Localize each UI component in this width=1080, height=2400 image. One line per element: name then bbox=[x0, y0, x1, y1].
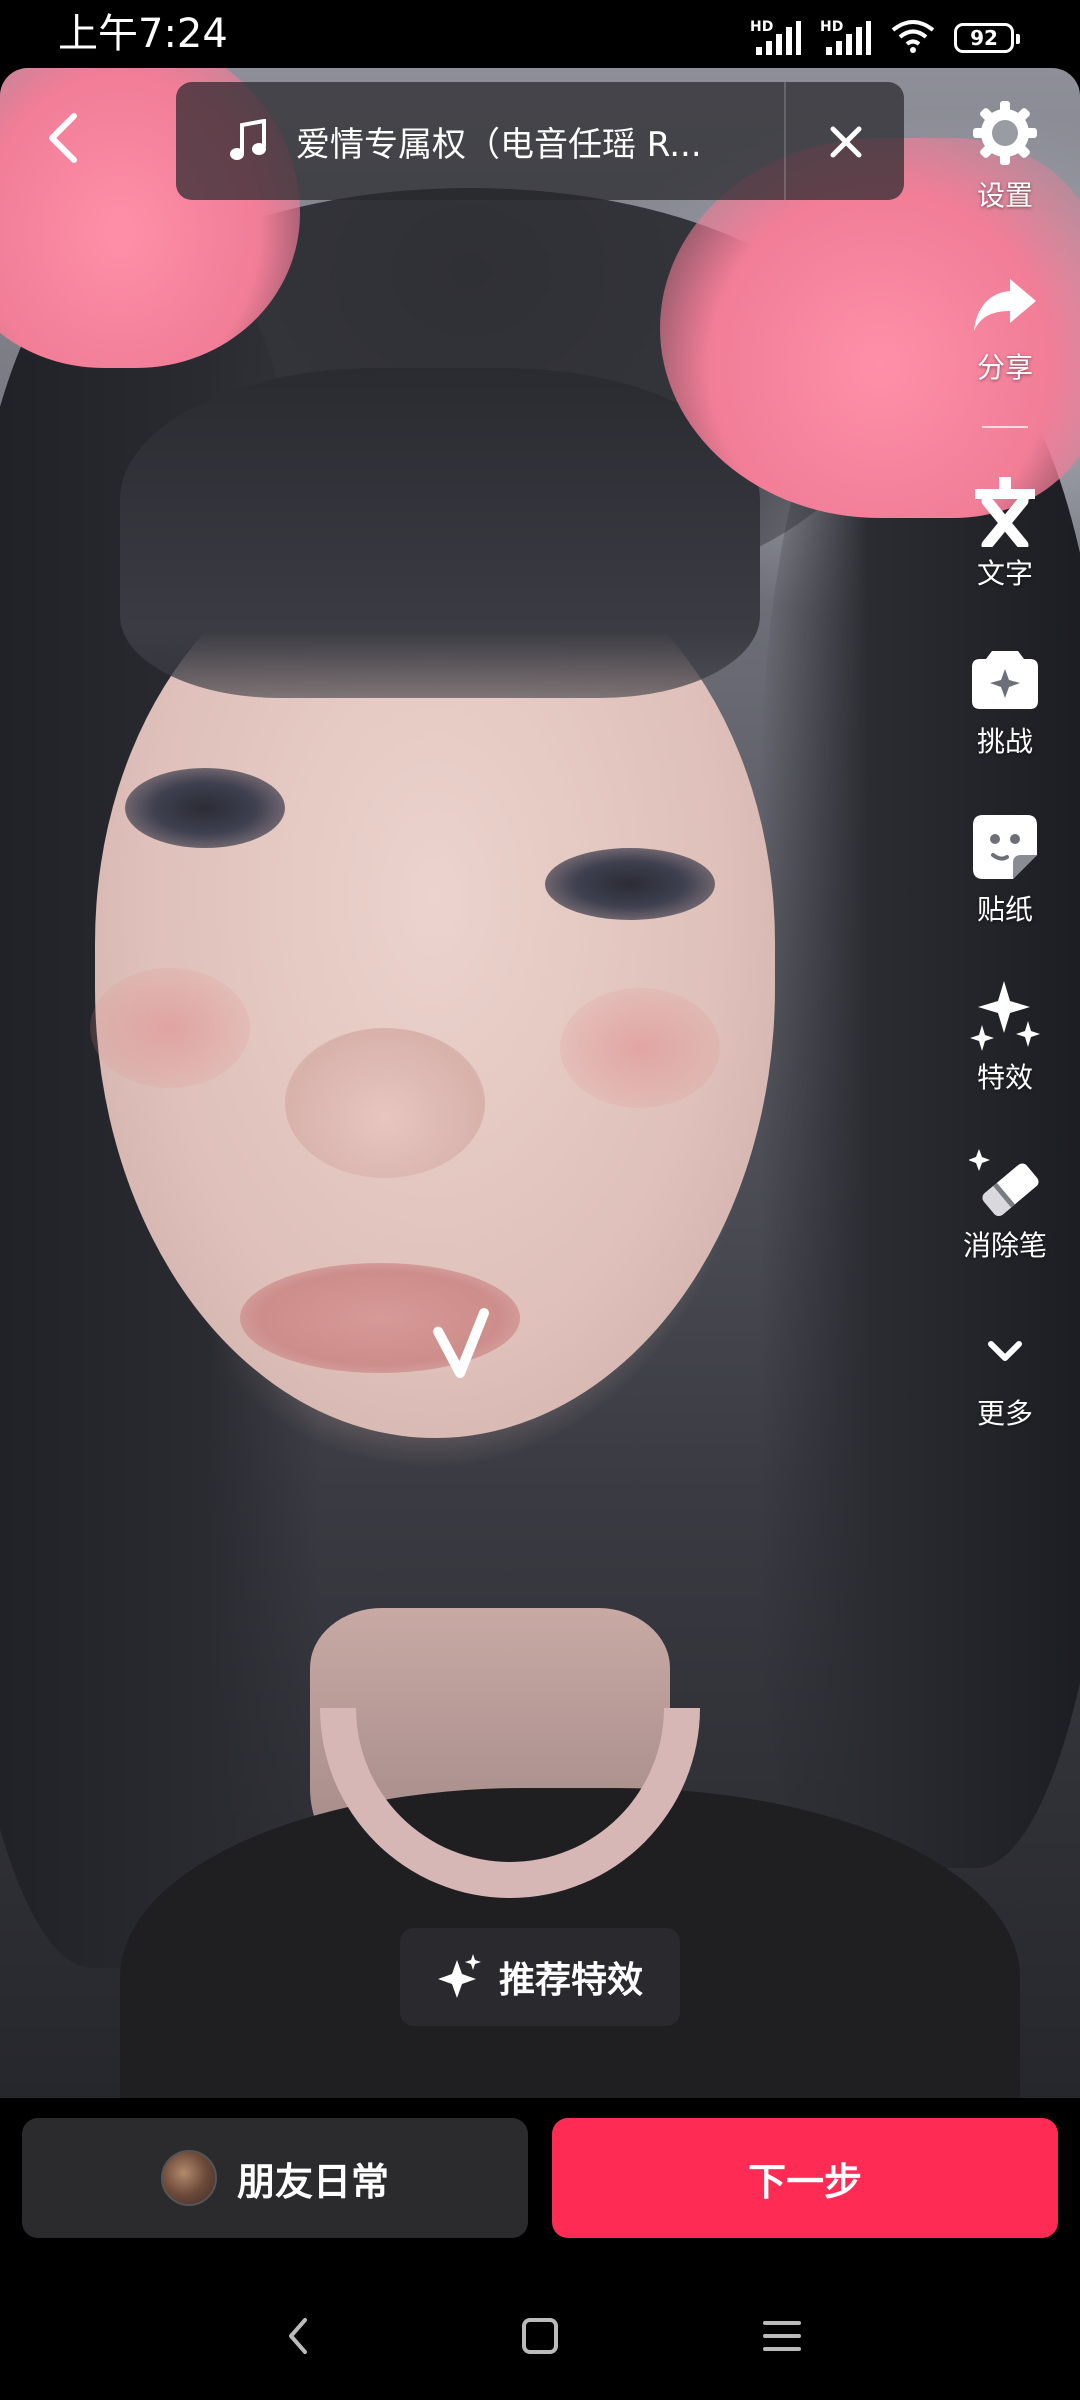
nav-menu-button[interactable] bbox=[750, 2304, 814, 2368]
music-divider bbox=[784, 82, 786, 200]
recommended-effects-label: 推荐特效 bbox=[498, 1960, 643, 2001]
challenge-icon bbox=[968, 642, 1042, 716]
wifi-icon bbox=[890, 18, 936, 58]
nav-menu-icon bbox=[763, 2321, 801, 2351]
signal-hd-label: HD bbox=[750, 19, 774, 35]
photo-cheek-left bbox=[90, 968, 250, 1088]
tool-more[interactable]: 更多 bbox=[930, 1314, 1080, 1432]
tool-text[interactable]: 文字 bbox=[930, 474, 1080, 592]
signal-icon: HD bbox=[750, 19, 802, 57]
next-step-label: 下一步 bbox=[747, 2159, 862, 2204]
system-nav-bar bbox=[0, 2270, 1080, 2400]
tool-share-label: 分享 bbox=[976, 351, 1033, 384]
nav-back-button[interactable] bbox=[266, 2304, 330, 2368]
toolbar-divider bbox=[982, 426, 1028, 428]
recommended-effects-button[interactable]: 推荐特效 bbox=[400, 1928, 680, 2026]
tool-eraser[interactable]: 消除笔 bbox=[930, 1146, 1080, 1264]
status-time: 上午7:24 bbox=[58, 11, 228, 57]
tool-challenge[interactable]: 挑战 bbox=[930, 642, 1080, 760]
photo-nose bbox=[285, 1028, 485, 1178]
battery-indicator: 92 bbox=[954, 23, 1020, 53]
status-bar: 上午7:24 HD HD 92 bbox=[0, 0, 1080, 68]
share-arrow-icon bbox=[968, 268, 1042, 342]
next-step-button[interactable]: 下一步 bbox=[552, 2118, 1058, 2238]
photo-hair-right bbox=[760, 368, 1080, 1868]
status-icons: HD HD 92 bbox=[750, 18, 1020, 58]
tool-settings-label: 设置 bbox=[976, 179, 1033, 212]
nav-back-icon bbox=[289, 2318, 307, 2354]
tool-share[interactable]: 分享 bbox=[930, 268, 1080, 386]
gear-icon bbox=[968, 96, 1042, 170]
text-icon bbox=[968, 474, 1042, 548]
tool-settings[interactable]: 设置 bbox=[930, 96, 1080, 214]
nav-home-button[interactable] bbox=[508, 2304, 572, 2368]
avatar bbox=[160, 2150, 217, 2206]
photo-cheek-right bbox=[560, 988, 720, 1108]
tool-challenge-label: 挑战 bbox=[976, 725, 1033, 758]
remove-music-button[interactable] bbox=[816, 112, 876, 172]
photo-bangs bbox=[120, 368, 760, 698]
nav-home-icon bbox=[522, 2318, 558, 2354]
back-chevron-icon bbox=[49, 113, 77, 163]
tool-sticker-label: 贴纸 bbox=[976, 893, 1033, 926]
tool-eraser-label: 消除笔 bbox=[962, 1229, 1047, 1262]
music-note-icon bbox=[220, 113, 276, 169]
signal-icon-2: HD bbox=[820, 19, 872, 57]
sparkles-icon bbox=[968, 978, 1042, 1052]
tool-sticker[interactable]: 贴纸 bbox=[930, 810, 1080, 928]
music-title: 爱情专属权（电音任瑶 R... bbox=[296, 124, 702, 165]
music-selector[interactable]: 爱情专属权（电音任瑶 R... bbox=[176, 82, 904, 200]
photo-eye-left bbox=[125, 768, 285, 848]
friends-daily-button[interactable]: 朋友日常 bbox=[22, 2118, 528, 2238]
signal-hd-label-2: HD bbox=[820, 19, 844, 35]
chevron-down-icon bbox=[968, 1314, 1042, 1388]
tool-more-label: 更多 bbox=[976, 1397, 1033, 1430]
camera-preview[interactable] bbox=[0, 68, 1080, 2098]
screen: 上午7:24 HD HD 92 爱情专属权（电音任瑶 R... 设置 分享 文字… bbox=[0, 0, 1080, 2400]
sticker-icon bbox=[968, 810, 1042, 884]
tool-effects-label: 特效 bbox=[976, 1061, 1033, 1094]
eraser-pen-icon bbox=[968, 1146, 1042, 1220]
tool-text-label: 文字 bbox=[976, 557, 1033, 590]
photo-eye-right bbox=[545, 848, 715, 920]
sparkles-icon bbox=[437, 1954, 481, 1998]
back-button[interactable] bbox=[34, 108, 94, 168]
close-icon bbox=[830, 126, 862, 158]
tool-effects[interactable]: 特效 bbox=[930, 978, 1080, 1096]
friends-daily-label: 朋友日常 bbox=[236, 2159, 389, 2204]
